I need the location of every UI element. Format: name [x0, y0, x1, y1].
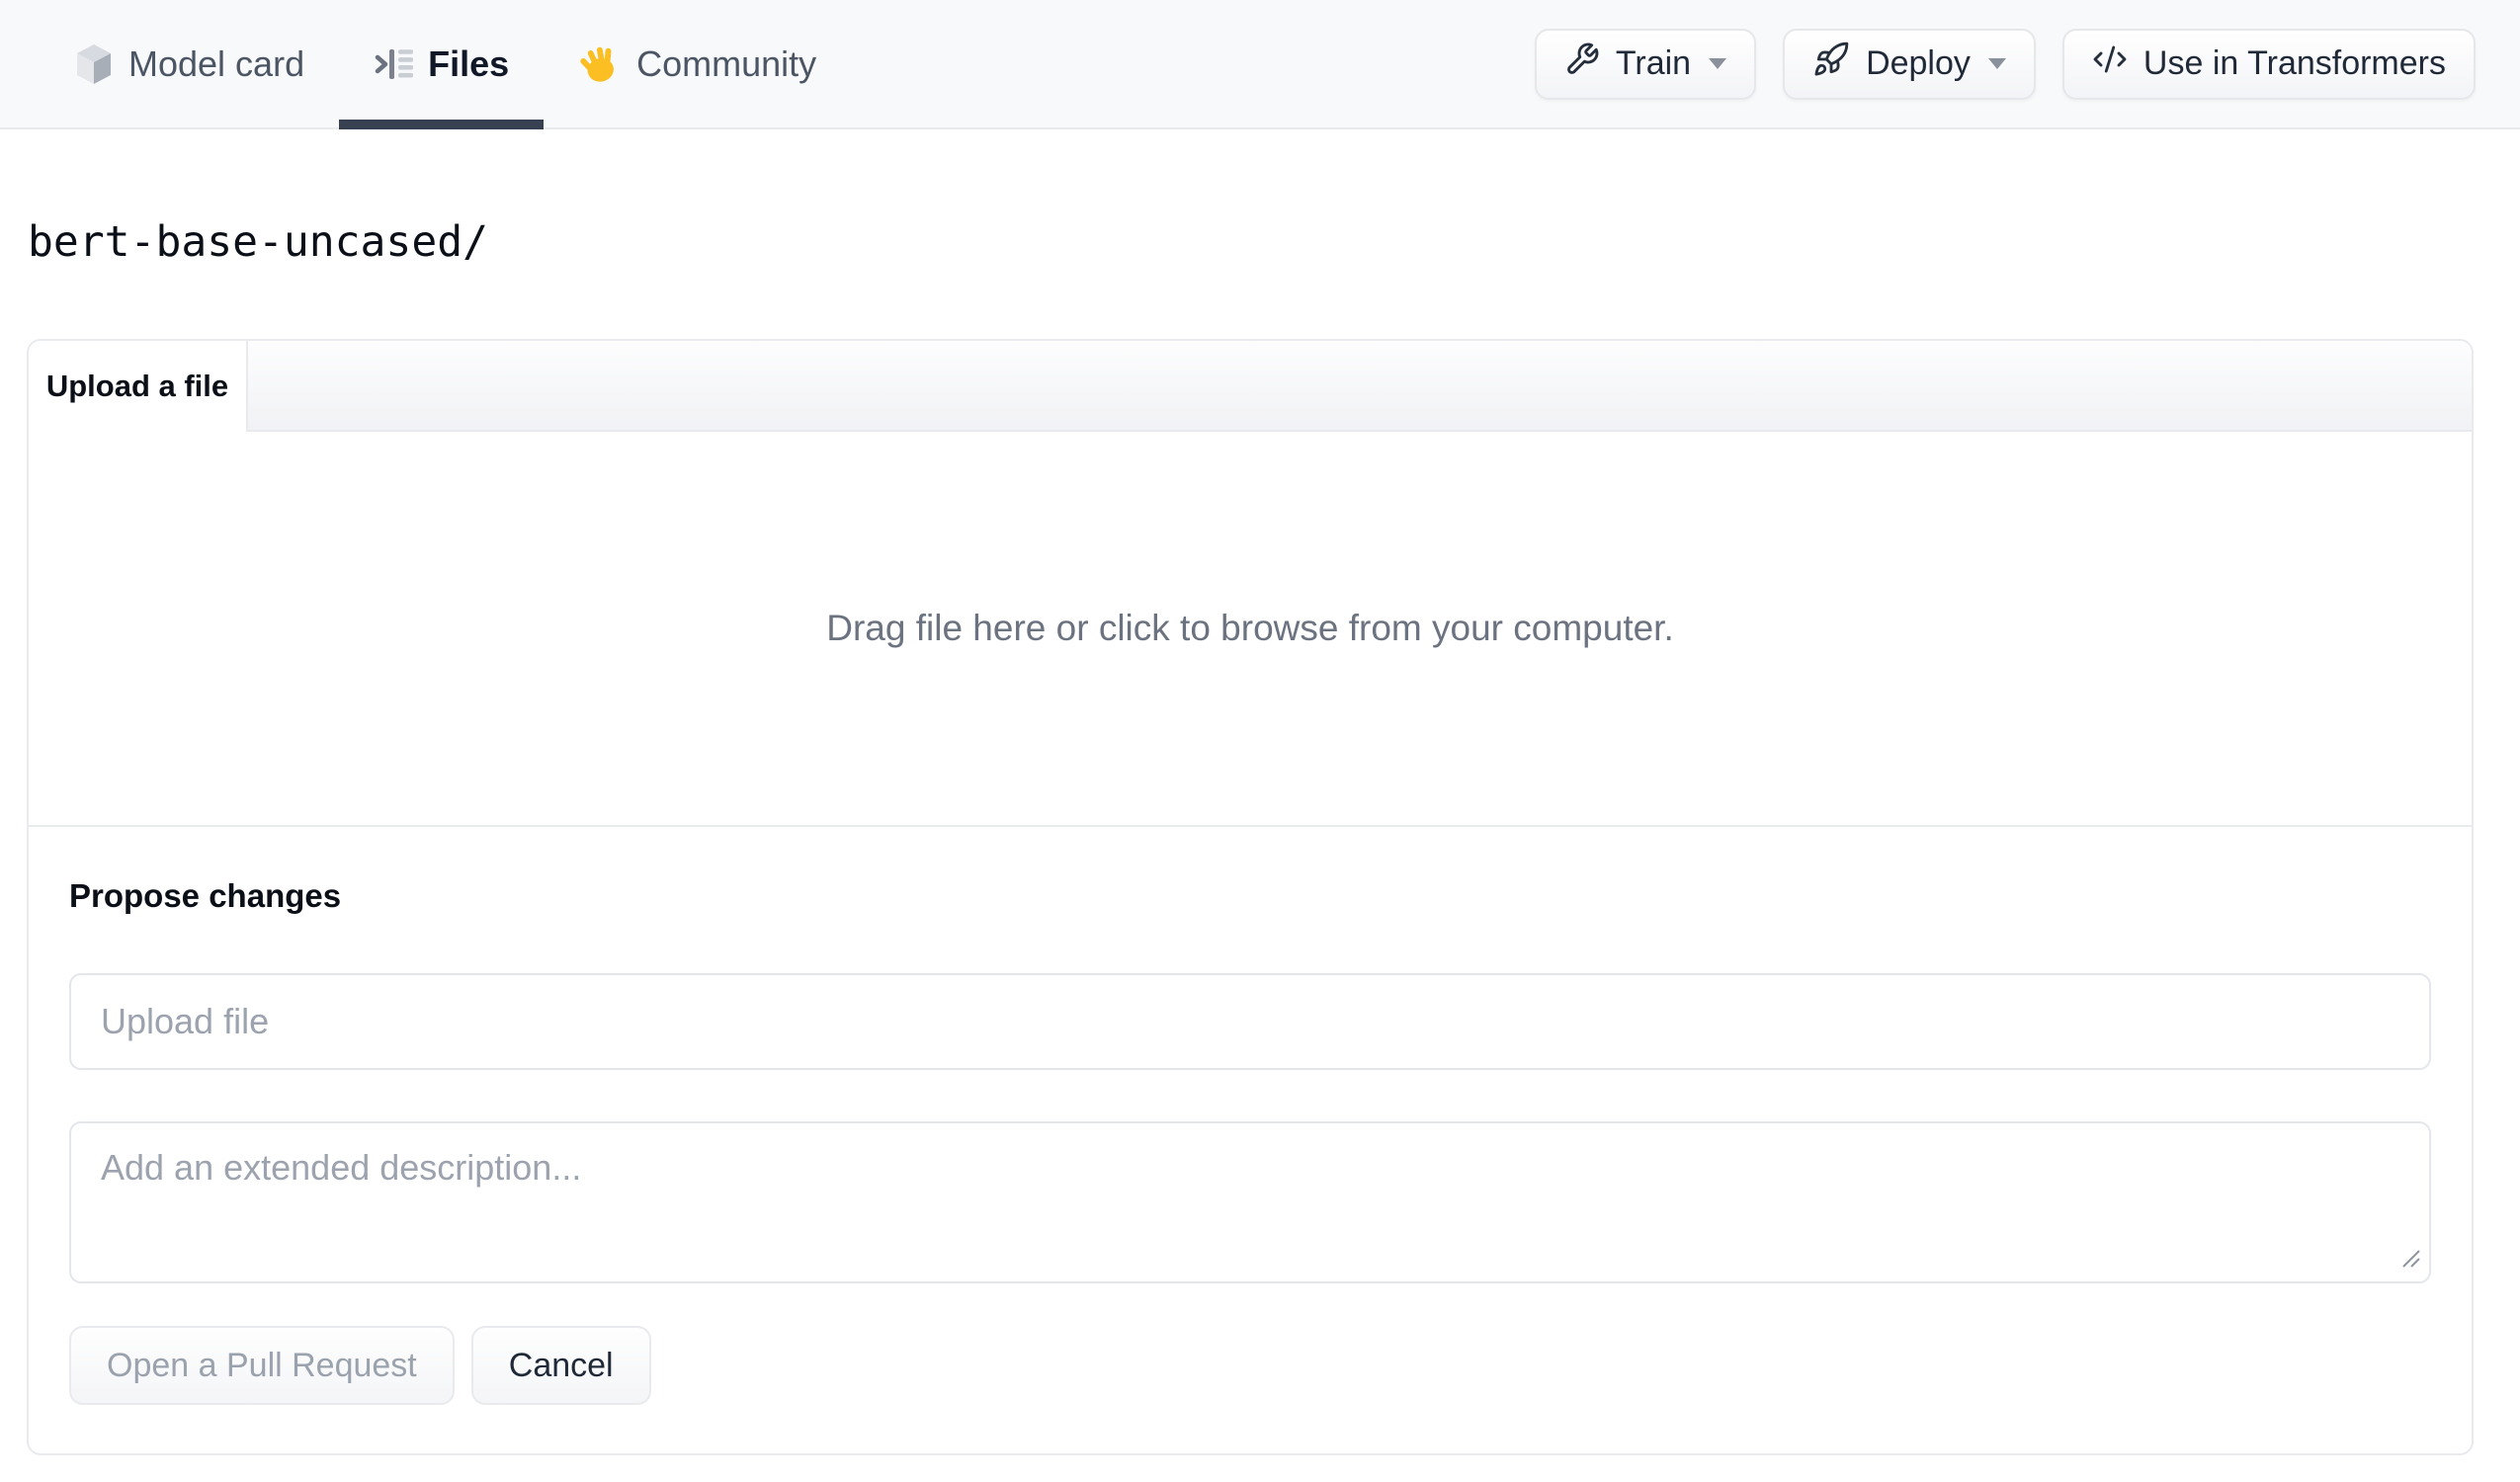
description-field-wrap: [69, 1121, 2431, 1283]
tab-files-label: Files: [428, 42, 510, 84]
dropzone-text: Drag file here or click to browse from y…: [826, 608, 1674, 648]
active-tab-underline: [339, 120, 545, 129]
cancel-button[interactable]: Cancel: [470, 1326, 651, 1405]
use-in-transformers-label: Use in Transformers: [2142, 44, 2446, 82]
file-dropzone[interactable]: Drag file here or click to browse from y…: [29, 432, 2472, 825]
upload-file-input[interactable]: [69, 973, 2431, 1070]
tabstrip-filler: [248, 341, 2472, 432]
rocket-icon: [1812, 41, 1850, 87]
repo-tabs: Model card Files Community: [40, 0, 851, 129]
extended-description-textarea[interactable]: [69, 1121, 2431, 1283]
wrench-icon: [1564, 41, 1600, 86]
tab-files[interactable]: Files: [339, 0, 545, 129]
file-list-icon: [374, 46, 414, 82]
tab-model-card-label: Model card: [128, 42, 305, 84]
upload-card-tabstrip: Upload a file: [29, 341, 2472, 432]
form-buttons-row: Open a Pull Request Cancel: [69, 1326, 2431, 1405]
breadcrumb[interactable]: bert-base-uncased/: [28, 216, 488, 268]
upload-card: Upload a file Drag file here or click to…: [27, 339, 2474, 1455]
train-button-label: Train: [1615, 44, 1692, 82]
code-icon: [2092, 41, 2128, 86]
repo-action-buttons: Train Deploy Use in Transformers: [1534, 0, 2476, 127]
caret-down-icon: [1987, 58, 2006, 69]
deploy-button[interactable]: Deploy: [1783, 28, 2036, 100]
open-pull-request-button[interactable]: Open a Pull Request: [69, 1326, 455, 1405]
deploy-button-label: Deploy: [1866, 44, 1971, 82]
cube-icon: [74, 42, 114, 86]
train-button[interactable]: Train: [1534, 28, 1757, 100]
caret-down-icon: [1709, 58, 1727, 69]
resize-handle-icon[interactable]: [2398, 1246, 2424, 1276]
tab-community-label: Community: [636, 42, 817, 84]
tab-model-card[interactable]: Model card: [40, 0, 339, 127]
use-in-transformers-button[interactable]: Use in Transformers: [2061, 28, 2476, 100]
upload-a-file-tab[interactable]: Upload a file: [29, 341, 248, 432]
propose-changes-section: Propose changes Open a Pull Request Canc…: [29, 825, 2472, 1453]
propose-changes-heading: Propose changes: [69, 877, 342, 914]
tab-community[interactable]: Community: [544, 0, 851, 127]
repo-tab-bar: Model card Files Community Train Deploy …: [0, 0, 2520, 129]
waving-hand-icon: [578, 42, 622, 86]
